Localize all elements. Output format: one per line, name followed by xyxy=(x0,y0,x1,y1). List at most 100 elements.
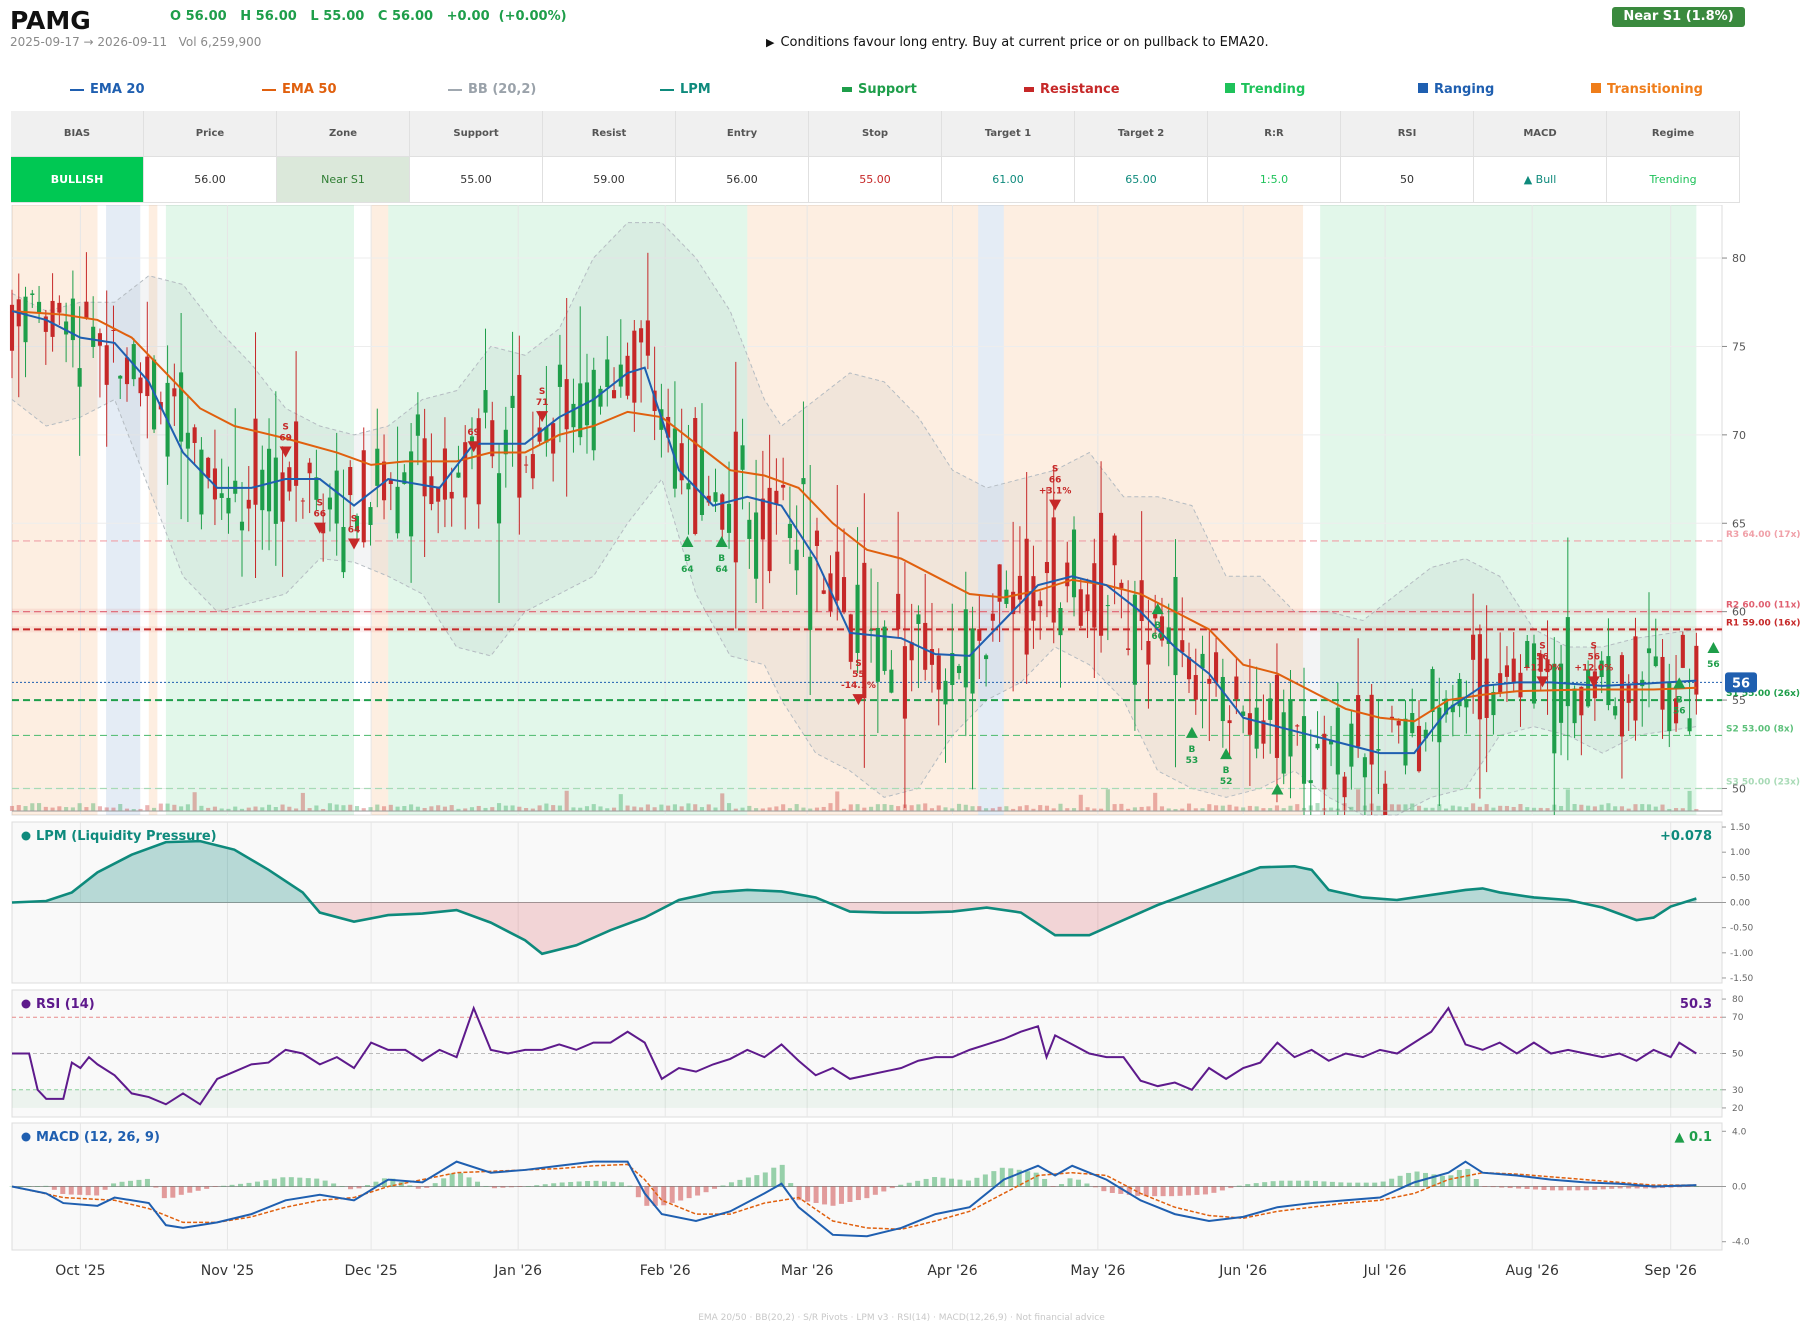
signal-label: 66 xyxy=(314,510,327,520)
candle-body xyxy=(307,462,312,474)
macd-histogram-bar xyxy=(898,1184,904,1187)
volume-bar xyxy=(652,807,657,811)
table-header-entry: Entry xyxy=(676,111,809,157)
candle-body xyxy=(869,629,874,631)
volume-bar xyxy=(172,804,177,811)
macd-histogram-bar xyxy=(1549,1186,1555,1191)
candle-body xyxy=(841,577,847,613)
x-tick-label: Apr '26 xyxy=(927,1263,977,1279)
volume-bar xyxy=(1498,805,1503,811)
volume-bar xyxy=(1640,804,1645,811)
macd-histogram-bar xyxy=(1524,1186,1530,1190)
candle-body xyxy=(1126,648,1131,650)
candle-body xyxy=(1430,669,1435,713)
volume-bar xyxy=(1105,789,1110,811)
candle-body xyxy=(794,549,799,571)
macd-histogram-bar xyxy=(246,1182,252,1187)
macd-histogram-bar xyxy=(830,1186,836,1206)
sr-level-label: S3 50.00 (23x) xyxy=(1726,777,1800,787)
volume-bar xyxy=(828,803,833,811)
macd-histogram-bar xyxy=(60,1186,66,1194)
macd-histogram-bar xyxy=(1109,1186,1115,1193)
lpm-value: +0.078 xyxy=(1660,829,1712,844)
price-chart[interactable]: Oct '25 Nov '25 Dec '25 Jan '26 Feb '26 Mar '… xyxy=(0,205,1803,1305)
legend-label: EMA 50 xyxy=(282,82,337,97)
candle-body xyxy=(1295,725,1300,727)
volume-bar xyxy=(1024,805,1029,811)
candle-body xyxy=(111,329,116,331)
volume-bar xyxy=(469,807,475,811)
volume-bar xyxy=(70,807,75,811)
candle-body xyxy=(1274,674,1280,758)
signal-label: S xyxy=(1539,641,1545,651)
signal-label: B xyxy=(684,554,691,564)
candle-body xyxy=(963,609,968,688)
candle-body xyxy=(1092,563,1097,628)
macd-histogram-bar xyxy=(855,1186,861,1201)
macd-histogram-bar xyxy=(525,1186,531,1187)
candle-body xyxy=(104,345,109,385)
signal-label: 66 xyxy=(1049,476,1062,486)
volume-bar xyxy=(233,806,238,811)
volume-bar xyxy=(145,805,150,811)
volume-bar xyxy=(415,806,420,811)
macd-histogram-bar xyxy=(1558,1186,1564,1191)
volume-bar xyxy=(375,804,380,811)
candle-body xyxy=(639,328,644,343)
macd-histogram-bar xyxy=(1059,1184,1065,1187)
volume-bar xyxy=(449,805,454,811)
candle-body xyxy=(645,320,650,356)
legend-label: BB (20,2) xyxy=(468,82,537,97)
volume-bar xyxy=(1004,806,1009,811)
x-tick-label: May '26 xyxy=(1070,1263,1125,1279)
macd-histogram-bar xyxy=(627,1185,633,1187)
volume-bar xyxy=(591,804,596,811)
volume-bar xyxy=(916,804,921,811)
volume-bar xyxy=(334,804,339,811)
candle-body xyxy=(747,519,752,539)
macd-histogram-bar xyxy=(601,1181,607,1187)
candle-body xyxy=(118,375,123,379)
candle-body xyxy=(970,628,975,694)
macd-histogram-bar xyxy=(1084,1183,1090,1187)
candle-body xyxy=(246,499,251,509)
candle-body xyxy=(787,523,792,539)
candle-body xyxy=(1362,757,1367,778)
volume-bar xyxy=(402,806,407,811)
volume-bar xyxy=(1247,805,1252,811)
table-header-zone: Zone xyxy=(277,111,410,157)
x-tick-label: Nov '25 xyxy=(201,1263,254,1279)
candle-body xyxy=(801,478,806,485)
zone-badge: Near S1 (1.8%) xyxy=(1612,7,1745,27)
table-value-support: 55.00 xyxy=(410,157,543,203)
macd-histogram-bar xyxy=(466,1177,472,1187)
candle-body xyxy=(1680,634,1685,668)
volume-bar xyxy=(57,806,62,811)
macd-histogram-bar xyxy=(1050,1186,1056,1187)
macd-histogram-bar xyxy=(508,1186,514,1188)
candle-body xyxy=(517,374,522,498)
lpm-tick-label: 1.50 xyxy=(1730,823,1750,833)
volume-bar xyxy=(713,807,718,811)
macd-histogram-bar xyxy=(1389,1178,1395,1187)
volume-bar xyxy=(43,806,48,811)
volume-bar xyxy=(1044,805,1050,811)
volume-bar xyxy=(720,793,725,811)
sr-level-label: R1 59.00 (16x) xyxy=(1726,618,1800,628)
summary-table: BIAS BULLISH Price 56.00 Zone Near S1 Support 5… xyxy=(11,111,1740,203)
macd-histogram-bar xyxy=(94,1186,100,1196)
candle-body xyxy=(1220,676,1225,722)
signal-label: 60 xyxy=(1151,632,1164,642)
candle-body xyxy=(1173,576,1178,676)
candle-body xyxy=(956,665,962,674)
macd-histogram-bar xyxy=(153,1186,159,1188)
macd-histogram-bar xyxy=(737,1179,743,1187)
macd-histogram-bar xyxy=(441,1178,447,1187)
macd-histogram-bar xyxy=(1177,1186,1183,1196)
macd-histogram-bar xyxy=(1042,1178,1048,1187)
volume-bar xyxy=(327,803,332,811)
signal-label: +12.0% xyxy=(1523,663,1562,673)
macd-histogram-bar xyxy=(991,1171,997,1187)
macd-histogram-bar xyxy=(635,1186,641,1198)
macd-histogram-bar xyxy=(331,1183,337,1187)
